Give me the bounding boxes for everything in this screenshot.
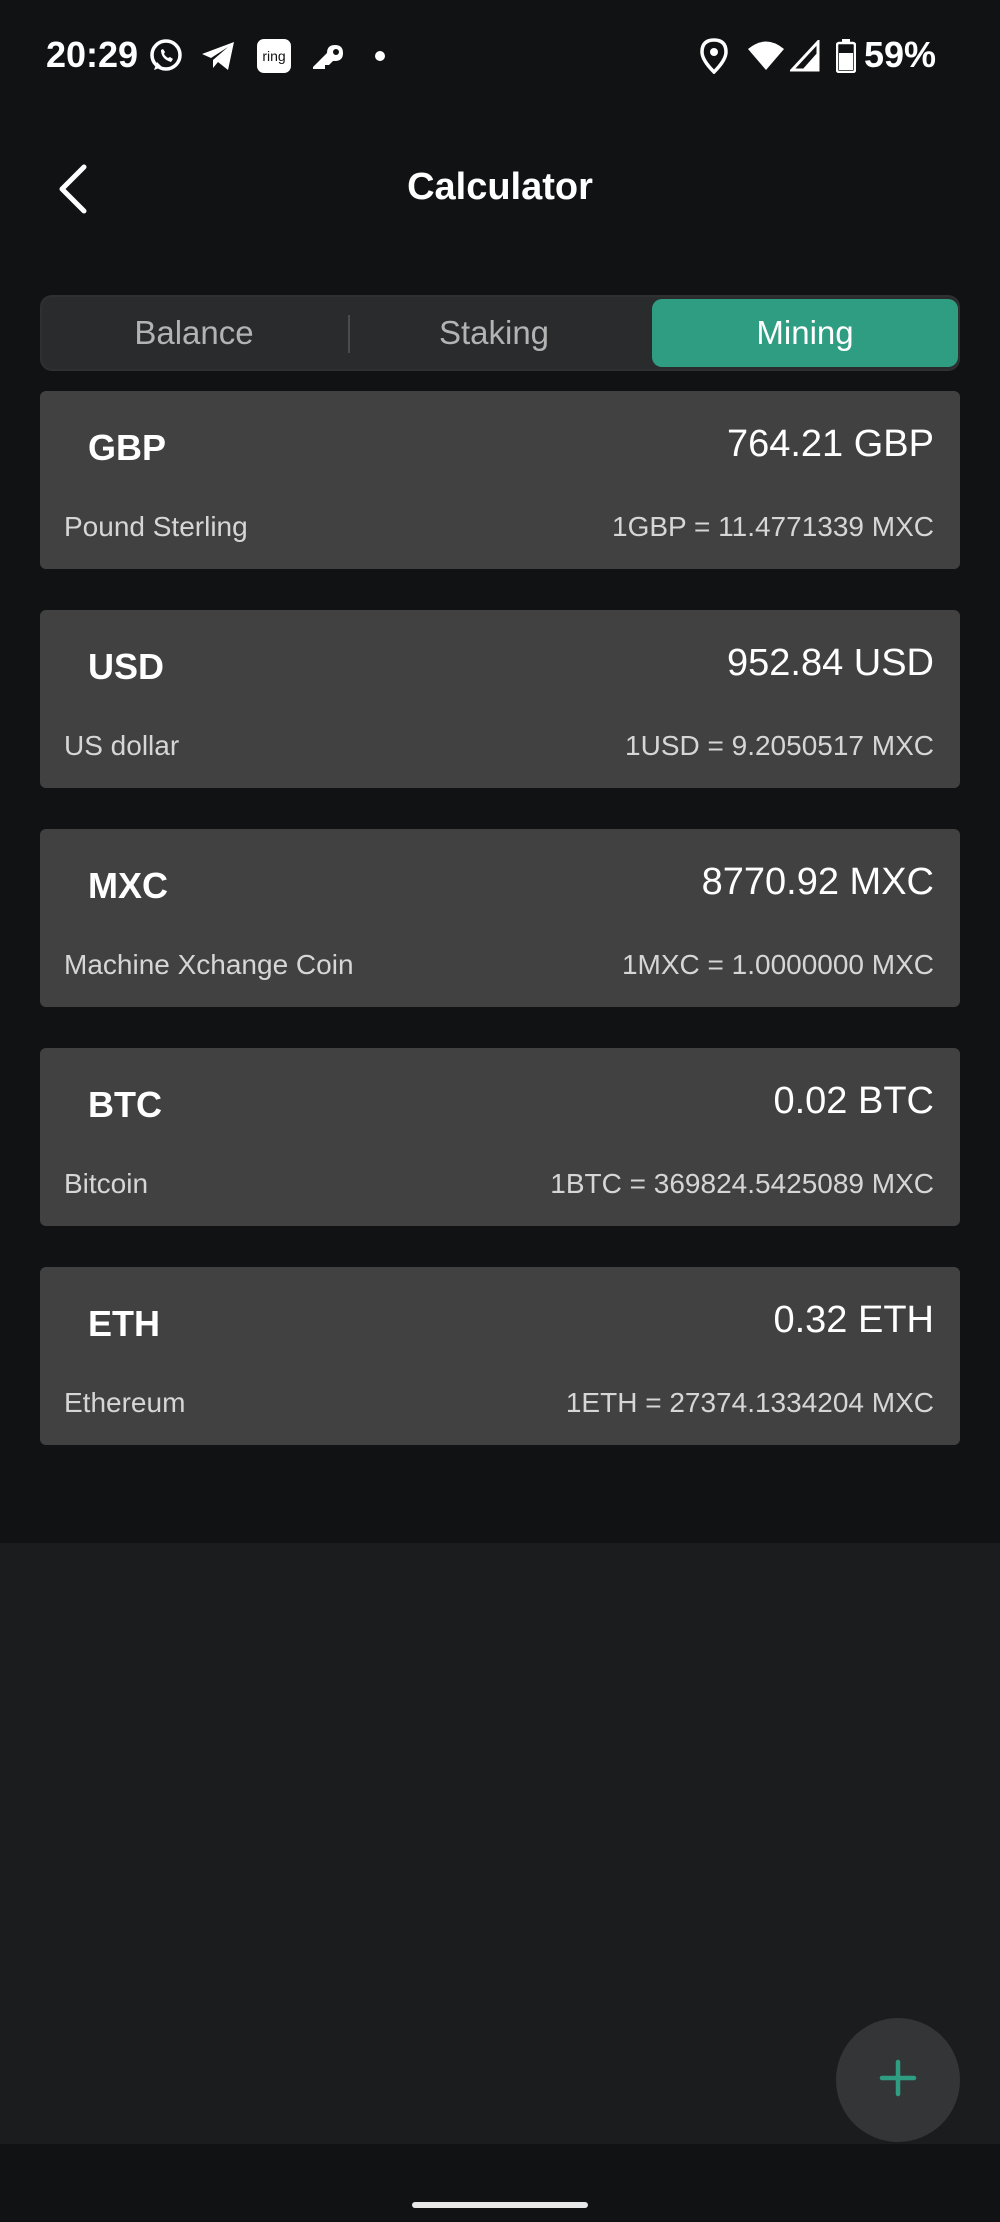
currency-name: Machine Xchange Coin <box>64 949 354 980</box>
currency-amount: 764.21 GBP <box>726 423 934 465</box>
currency-amount: 0.32 ETH <box>773 1299 934 1341</box>
home-indicator[interactable] <box>412 2202 588 2208</box>
add-currency-button[interactable] <box>836 2018 960 2142</box>
ring-icon-label: ring <box>262 48 285 64</box>
currency-code: MXC <box>88 865 168 906</box>
currency-rate: 1BTC = 369824.5425089 MXC <box>550 1168 934 1199</box>
currency-name: Bitcoin <box>64 1168 149 1199</box>
currency-code: USD <box>88 646 165 687</box>
currency-card-gbp[interactable]: GBP 764.21 GBP Pound Sterling 1GBP = 11.… <box>40 391 960 569</box>
cell-signal-icon <box>786 36 824 76</box>
plus-icon <box>878 2058 918 2103</box>
currency-card-mxc[interactable]: MXC 8770.92 MXC Machine Xchange Coin 1MX… <box>40 829 960 1007</box>
status-time: 20:29 <box>46 34 139 75</box>
tab-bar: Balance Staking Mining <box>40 295 960 371</box>
dot-icon <box>370 36 390 76</box>
currency-card-eth[interactable]: ETH 0.32 ETH Ethereum 1ETH = 27374.13342… <box>40 1267 960 1445</box>
currency-amount: 0.02 BTC <box>773 1080 934 1122</box>
page-title: Calculator <box>407 166 593 208</box>
location-icon <box>694 36 734 76</box>
battery-percent: 59% <box>864 34 937 75</box>
telegram-icon <box>198 36 238 76</box>
currency-rate: 1USD = 9.2050517 MXC <box>625 730 934 761</box>
currency-name: Pound Sterling <box>64 511 248 542</box>
battery-icon <box>832 36 860 76</box>
wifi-icon <box>746 36 786 76</box>
currency-code: GBP <box>88 427 167 468</box>
navigation-bar <box>0 2144 1000 2222</box>
whatsapp-icon <box>146 36 186 76</box>
currency-card-btc[interactable]: BTC 0.02 BTC Bitcoin 1BTC = 369824.54250… <box>40 1048 960 1226</box>
currency-name: US dollar <box>64 730 180 761</box>
currency-rate: 1ETH = 27374.1334204 MXC <box>565 1387 934 1418</box>
currency-rate: 1GBP = 11.4771339 MXC <box>612 511 934 542</box>
currency-card-usd[interactable]: USD 952.84 USD US dollar 1USD = 9.205051… <box>40 610 960 788</box>
tab-mining[interactable]: Mining <box>652 299 958 367</box>
currency-rate: 1MXC = 1.0000000 MXC <box>621 949 934 980</box>
currency-code: BTC <box>88 1084 162 1125</box>
currency-name: Ethereum <box>64 1387 186 1418</box>
tab-staking[interactable]: Staking <box>344 299 644 367</box>
currency-amount: 8770.92 MXC <box>701 861 934 903</box>
ring-icon: ring <box>254 36 294 76</box>
currency-code: ETH <box>88 1303 160 1344</box>
key-icon <box>308 36 348 76</box>
currency-amount: 952.84 USD <box>726 642 934 684</box>
tab-balance[interactable]: Balance <box>44 299 344 367</box>
status-bar: 20:29 ring 59% <box>0 0 1000 110</box>
